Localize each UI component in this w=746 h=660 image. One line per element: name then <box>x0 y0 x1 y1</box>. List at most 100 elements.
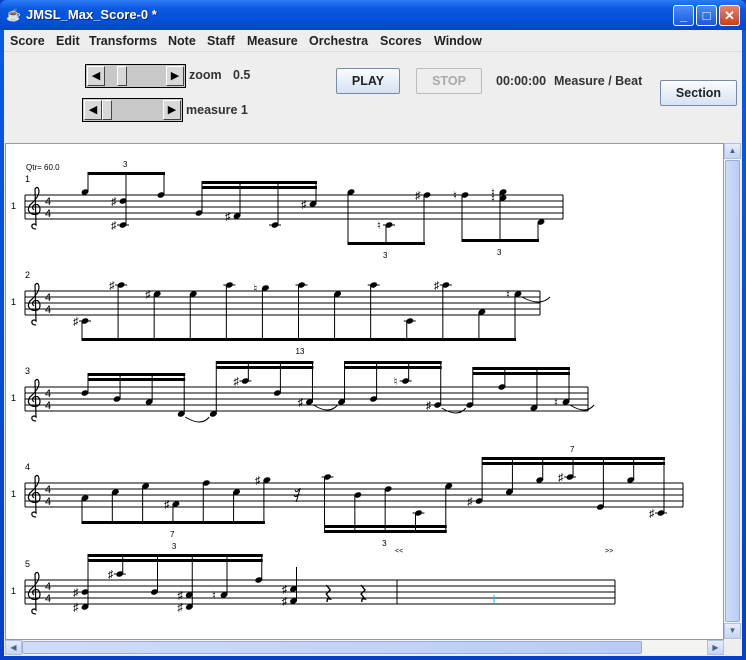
vertical-scroll-thumb[interactable] <box>725 160 740 622</box>
natural-icon: ♮ <box>394 376 398 388</box>
treble-clef-icon <box>27 571 41 615</box>
beam <box>88 554 263 557</box>
measure-number: 2 <box>25 270 30 280</box>
rewind-marker: << <box>395 548 403 555</box>
score-canvas[interactable]: Qtr= 60.0 1 1 4 4 ♯ ♯ ♯ ♯ ♮ ♯ ♮ ♮ ♮ 3 3 3 2 1 4 4 ♯ ♯ ♯ ♮ ♯ ♮ 13 3 1 4… <box>5 143 724 640</box>
treble-clef-icon <box>27 474 41 518</box>
time-signature-top: 4 <box>45 484 51 496</box>
zoom-right-arrow-icon[interactable]: ▶ <box>166 66 184 86</box>
beam <box>88 373 186 376</box>
toolbar: ◀ ▶ zoom 0.5 ◀ ▶ measure 1 PLAY STOP 00:… <box>4 52 742 142</box>
sharp-icon: ♯ <box>434 280 440 292</box>
tuplet-number: 3 <box>123 160 128 169</box>
tie <box>521 296 551 303</box>
treble-clef-icon <box>27 282 41 326</box>
beam <box>472 372 570 375</box>
zoom-slider-thumb[interactable] <box>117 66 127 86</box>
horizontal-scrollbar[interactable]: ◀ ▶ <box>5 640 724 655</box>
zoom-left-arrow-icon[interactable]: ◀ <box>87 66 105 86</box>
tie <box>569 404 595 411</box>
vertical-scrollbar[interactable]: ▲ ▼ <box>724 143 741 640</box>
natural-icon: ♮ <box>491 187 495 199</box>
tuplet-number: 3 <box>382 539 387 548</box>
beam <box>482 457 665 460</box>
client-area: Score Edit Transforms Note Staff Measure… <box>4 30 742 656</box>
quarter-rest-icon <box>360 584 367 603</box>
forward-marker: >> <box>605 548 613 555</box>
beam <box>88 172 165 175</box>
scroll-right-icon[interactable]: ▶ <box>707 640 724 655</box>
menu-measure[interactable]: Measure <box>247 34 298 48</box>
menu-scores[interactable]: Scores <box>380 34 422 48</box>
beam <box>82 338 516 341</box>
natural-icon: ♮ <box>212 590 216 602</box>
app-window: ☕ JMSL_Max_Score-0 * _ □ ✕ Score Edit Tr… <box>0 0 746 660</box>
system-5 <box>24 554 616 615</box>
natural-icon: ♮ <box>253 283 257 295</box>
menu-window[interactable]: Window <box>434 34 482 48</box>
system-3 <box>24 361 595 423</box>
time-signature-top: 4 <box>45 196 51 208</box>
sharp-icon: ♯ <box>73 602 79 614</box>
beam <box>462 239 539 242</box>
close-button[interactable]: ✕ <box>719 5 740 26</box>
tuplet-number: 3 <box>172 542 177 551</box>
sharp-icon: ♯ <box>73 587 79 599</box>
time-display: 00:00:00 <box>496 74 547 88</box>
measure-left-arrow-icon[interactable]: ◀ <box>84 100 102 120</box>
beam <box>344 361 442 364</box>
measure-number: 4 <box>25 462 30 472</box>
measure-slider[interactable]: ◀ ▶ <box>82 98 183 122</box>
minimize-button[interactable]: _ <box>673 5 694 26</box>
maximize-button[interactable]: □ <box>696 5 717 26</box>
scroll-down-icon[interactable]: ▼ <box>724 623 741 639</box>
system-2 <box>24 282 551 341</box>
sharp-icon: ♯ <box>282 584 288 596</box>
natural-icon: ♮ <box>377 220 381 232</box>
play-button[interactable]: PLAY <box>336 68 400 94</box>
beam <box>82 521 265 524</box>
stop-button[interactable]: STOP <box>416 68 482 94</box>
sharp-icon: ♯ <box>164 499 170 511</box>
measure-beat-label: Measure / Beat <box>554 74 643 88</box>
tuplet-number: 13 <box>296 347 305 356</box>
menu-transforms[interactable]: Transforms <box>89 34 157 48</box>
staff-label: 1 <box>11 297 16 307</box>
zoom-slider[interactable]: ◀ ▶ <box>85 64 186 88</box>
window-title: JMSL_Max_Score-0 * <box>26 7 157 22</box>
menu-note[interactable]: Note <box>168 34 196 48</box>
natural-icon: ♮ <box>506 289 510 301</box>
time-signature-bottom: 4 <box>45 496 51 508</box>
beam <box>324 530 447 533</box>
sharp-icon: ♯ <box>558 472 564 484</box>
tuplet-number: 7 <box>170 530 175 539</box>
staff-label: 1 <box>11 393 16 403</box>
beam <box>482 462 665 465</box>
section-button[interactable]: Section <box>660 80 737 106</box>
measure-right-arrow-icon[interactable]: ▶ <box>163 100 181 120</box>
scroll-up-icon[interactable]: ▲ <box>724 143 741 159</box>
menu-edit[interactable]: Edit <box>56 34 80 48</box>
tuplet-number: 3 <box>497 248 502 257</box>
measure-slider-thumb[interactable] <box>102 100 112 120</box>
title-bar[interactable]: ☕ JMSL_Max_Score-0 * _ □ ✕ <box>0 0 746 30</box>
sharp-icon: ♯ <box>177 590 183 602</box>
staff-label: 1 <box>11 201 16 211</box>
beam <box>88 559 263 562</box>
scroll-left-icon[interactable]: ◀ <box>5 640 22 655</box>
beam <box>202 181 317 184</box>
sharp-icon: ♯ <box>301 199 307 211</box>
beam <box>344 366 442 369</box>
treble-clef-icon <box>27 378 41 422</box>
tuplet-number: 7 <box>570 445 575 454</box>
menu-orchestra[interactable]: Orchestra <box>309 34 368 48</box>
sharp-icon: ♯ <box>467 496 473 508</box>
score-notation[interactable]: Qtr= 60.011 44♯♯♯♯♮♯ ♮ ♮♮33 321 44♯♯♯ ♮ ♯♮1331 4… <box>6 144 723 639</box>
sharp-icon: ♯ <box>109 280 115 292</box>
horizontal-scroll-thumb[interactable] <box>22 641 642 654</box>
sharp-icon: ♯ <box>415 190 421 202</box>
time-signature-bottom: 4 <box>45 208 51 220</box>
menu-bar: Score Edit Transforms Note Staff Measure… <box>4 30 742 52</box>
menu-score[interactable]: Score <box>10 34 45 48</box>
menu-staff[interactable]: Staff <box>207 34 235 48</box>
